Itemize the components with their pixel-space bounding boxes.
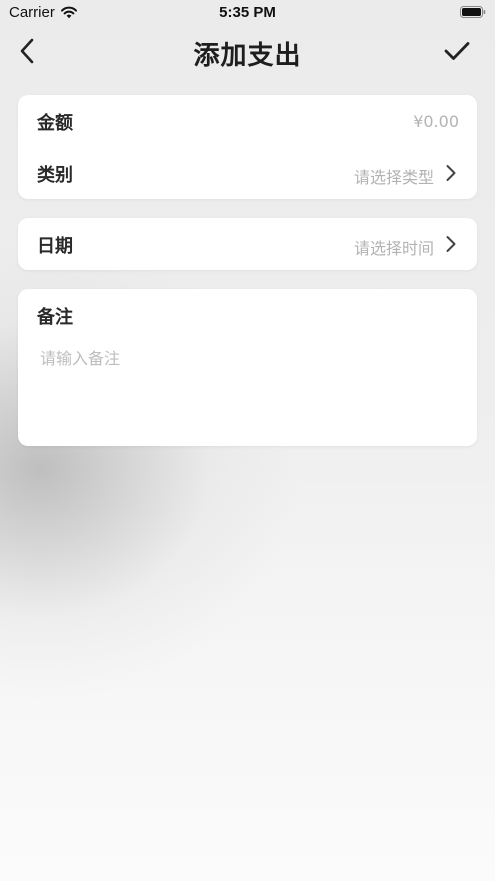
page-title: 添加支出 bbox=[193, 41, 302, 71]
date-row[interactable]: 日期 请选择时间 bbox=[18, 218, 477, 270]
date-label: 日期 bbox=[37, 236, 73, 257]
battery-icon bbox=[460, 6, 486, 18]
note-card: 备注 bbox=[18, 289, 477, 446]
category-label: 类别 bbox=[37, 165, 73, 186]
amount-label: 金额 bbox=[37, 113, 73, 134]
date-card: 日期 请选择时间 bbox=[18, 218, 477, 270]
amount-value[interactable]: ¥0.00 bbox=[413, 112, 459, 131]
note-label: 备注 bbox=[37, 307, 73, 328]
note-input[interactable] bbox=[36, 345, 464, 425]
amount-row[interactable]: 金额 ¥0.00 bbox=[18, 95, 477, 147]
status-time: 5:35 PM bbox=[219, 4, 276, 21]
chevron-right-icon bbox=[446, 236, 456, 252]
confirm-button[interactable] bbox=[441, 34, 473, 68]
checkmark-icon bbox=[444, 42, 470, 60]
category-placeholder: 请选择类型 bbox=[353, 168, 434, 187]
category-row[interactable]: 类别 请选择类型 bbox=[18, 147, 477, 199]
amount-category-card: 金额 ¥0.00 类别 请选择类型 bbox=[18, 95, 477, 199]
date-placeholder: 请选择时间 bbox=[353, 239, 434, 258]
navigation-bar: 添加支出 bbox=[0, 26, 495, 76]
status-bar: Carrier 5:35 PM bbox=[0, 0, 495, 26]
chevron-right-icon bbox=[446, 165, 456, 181]
